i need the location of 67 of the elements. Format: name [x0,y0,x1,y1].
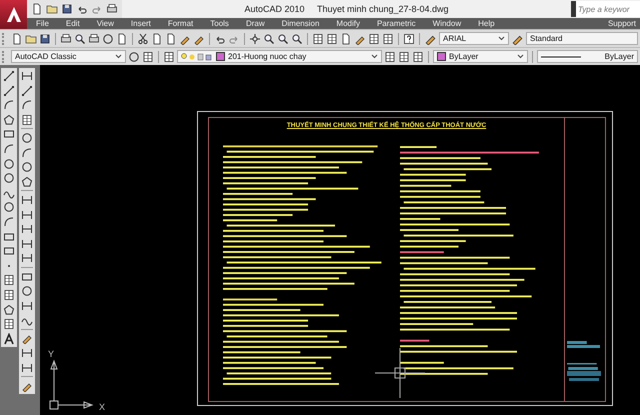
zoom-previous-icon[interactable] [291,32,303,44]
menu-item[interactable]: View [96,19,114,28]
text-icon[interactable] [3,332,15,345]
dimension-icon[interactable] [21,194,33,206]
table-icon[interactable] [3,318,15,330]
menu-item[interactable]: Tools [210,19,229,28]
save-icon[interactable] [61,3,73,15]
scissors-icon[interactable] [137,32,149,44]
menu-item[interactable]: Edit [66,19,80,28]
menu-item[interactable]: Parametric [376,19,416,28]
workspace-dropdown[interactable]: AutoCAD Classic [11,50,126,63]
dimension-icon[interactable] [21,223,33,236]
dropdown-caret-icon [498,36,505,41]
application-menu-button[interactable] [0,0,27,29]
menu-item[interactable]: Window [432,19,462,28]
layer-dropdown[interactable]: 201-Huong nuoc chay [177,50,382,63]
new-file-icon[interactable] [31,3,43,15]
menu-item[interactable]: Support [608,19,636,28]
dropdown-caret-icon [115,54,122,59]
dimension-icon[interactable] [21,70,33,82]
dropdown-caret-icon [371,54,378,59]
menu-item[interactable]: Draw [246,19,265,28]
printer-icon[interactable] [60,32,72,44]
zoom-window-icon[interactable] [277,32,289,44]
menu-item[interactable]: Insert [130,19,151,28]
polygon-icon[interactable] [3,114,15,126]
help-icon[interactable] [403,32,415,44]
dimension-icon[interactable] [21,238,33,250]
copy-icon[interactable] [151,32,163,44]
menu-item[interactable]: Dimension [282,19,320,28]
dimension-icon[interactable] [21,208,33,221]
print-preview-icon[interactable] [74,32,86,44]
open-folder-icon[interactable] [46,3,58,15]
pan-icon[interactable] [249,32,261,44]
dimension-icon[interactable] [21,252,33,264]
text-style-dropdown[interactable]: ARIAL [439,32,509,45]
window-title: AutoCAD 2010 Thuyet minh chung_27-8-04.dwg [243,4,450,14]
layer-state-icons [181,52,213,62]
line-icon[interactable] [3,70,15,82]
linetype-dropdown[interactable]: ByLayer [537,50,638,63]
crosshair-cursor [375,348,425,398]
paste-icon[interactable] [165,32,177,44]
arc-dimension-icon[interactable] [21,99,33,112]
dropdown-caret-icon [517,54,524,59]
menu-item[interactable]: File [36,19,49,28]
grid-icon[interactable] [326,32,338,44]
polyline-icon[interactable] [3,99,15,112]
linetype-sample-icon [541,54,581,58]
line-icon[interactable] [3,84,15,97]
circle-icon[interactable] [3,158,15,170]
search-field[interactable]: Type a keywor [571,1,640,17]
save-icon[interactable] [39,32,51,44]
color-dropdown[interactable]: ByLayer [433,50,528,63]
dimension-style-dropdown[interactable]: Standard [526,32,638,45]
grid-icon[interactable] [142,50,154,62]
dimension-icon[interactable] [21,84,33,97]
menu-item[interactable]: Format [168,19,194,28]
rectangle-icon[interactable] [3,128,15,140]
new-file-icon[interactable] [11,32,23,44]
arc-icon[interactable] [3,142,15,155]
printer-icon[interactable] [106,3,118,15]
zoom-icon[interactable] [263,32,275,44]
open-folder-icon[interactable] [25,32,37,44]
dimension-icon[interactable] [21,347,33,360]
menu-item[interactable]: Help [478,19,495,28]
dimension-icon[interactable] [21,362,33,374]
menu-item[interactable]: Modify [336,19,360,28]
